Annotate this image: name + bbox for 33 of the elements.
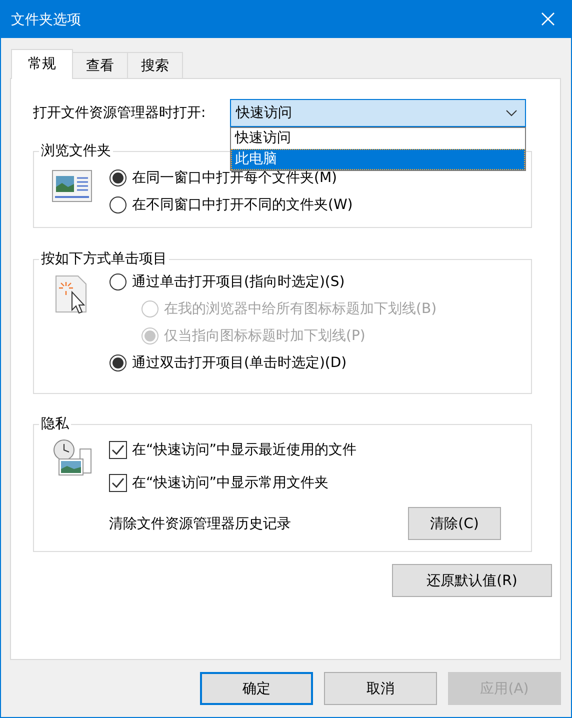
radio-label: 仅当指向图标标题时加下划线(P) bbox=[164, 326, 366, 344]
tab[interactable]: 搜索 bbox=[127, 52, 183, 78]
group-title: 隐私 bbox=[40, 415, 70, 433]
radio-button[interactable] bbox=[109, 196, 127, 214]
restore-defaults-button[interactable]: 还原默认值(R) bbox=[392, 564, 552, 597]
radio-button[interactable] bbox=[109, 168, 127, 186]
radio-label: 通过双击打开项目(单击时选定)(D) bbox=[132, 354, 347, 372]
checkbox[interactable] bbox=[109, 440, 127, 458]
dropdown-option[interactable]: 快速访问 bbox=[231, 128, 525, 149]
radio-button[interactable] bbox=[109, 354, 127, 372]
cursor-click-icon bbox=[54, 274, 90, 316]
window-icon bbox=[52, 170, 92, 202]
open-with-label: 打开文件资源管理器时打开: bbox=[33, 104, 207, 122]
dropdown-option[interactable]: 此电脑 bbox=[231, 149, 525, 170]
clock-and-documents-icon bbox=[52, 439, 92, 477]
window-title: 文件夹选项 bbox=[11, 10, 81, 28]
tab[interactable]: 常规 bbox=[11, 49, 73, 79]
chevron-icon bbox=[506, 110, 517, 116]
clear-history-label: 清除文件资源管理器历史记录 bbox=[109, 514, 291, 532]
radio-label: 在我的浏览器中给所有图标标题加下划线(B) bbox=[164, 300, 437, 318]
radio-label: 在同一窗口中打开每个文件夹(M) bbox=[132, 168, 338, 186]
dialog-button[interactable]: 取消 bbox=[324, 672, 437, 705]
radio-button[interactable] bbox=[109, 272, 127, 290]
checkbox[interactable] bbox=[109, 474, 127, 492]
group-title: 浏览文件夹 bbox=[40, 142, 112, 160]
checkbox-label: 在“快速访问”中显示最近使用的文件 bbox=[132, 440, 357, 458]
radio-label: 在不同窗口中打开不同的文件夹(W) bbox=[132, 196, 353, 214]
dialog-button[interactable]: 确定 bbox=[200, 672, 313, 705]
radio-label: 通过单击打开项目(指向时选定)(S) bbox=[132, 272, 345, 290]
group-title: 按如下方式单击项目 bbox=[40, 250, 168, 268]
checkbox-label: 在“快速访问”中显示常用文件夹 bbox=[132, 474, 329, 492]
open-with-dropdown[interactable]: 快速访问 bbox=[230, 99, 526, 127]
clear-button[interactable]: 清除(C) bbox=[408, 507, 501, 540]
